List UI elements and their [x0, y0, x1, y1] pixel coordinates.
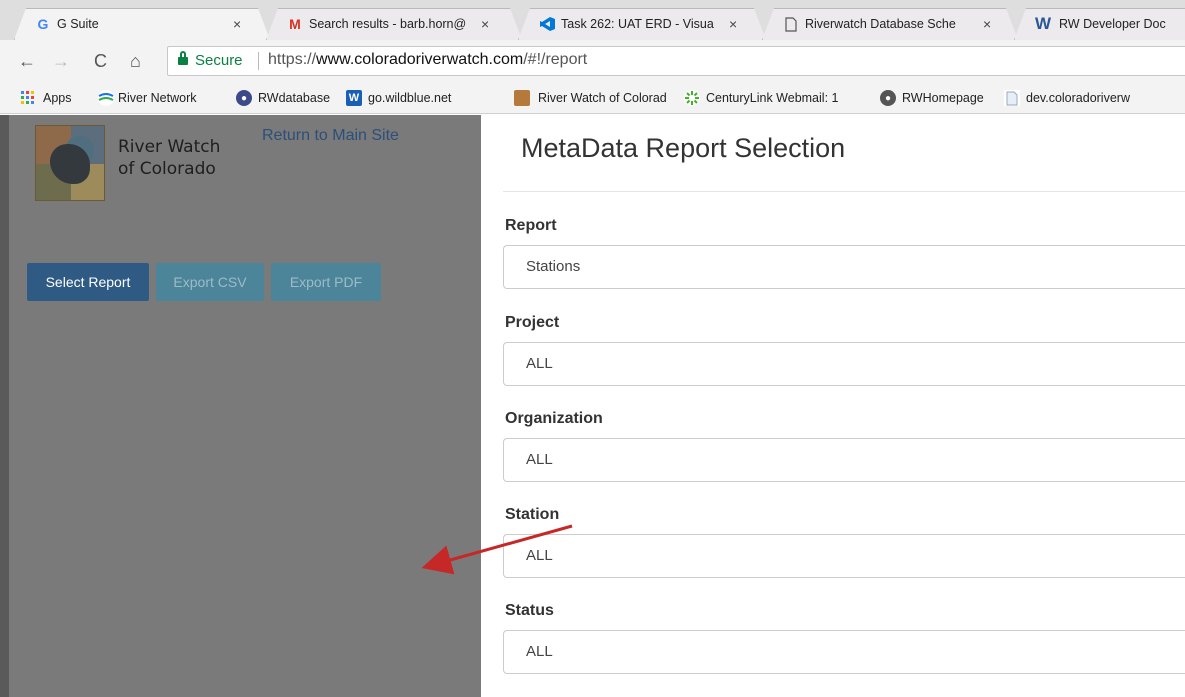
tab-label: RW Developer Doc	[1059, 17, 1166, 31]
tab-g-suite[interactable]: G G Suite ×	[14, 8, 270, 40]
bookmark-centurylink[interactable]: CenturyLink Webmail: 1	[706, 91, 838, 105]
bookmark-river-network[interactable]: River Network	[118, 91, 197, 105]
river-network-icon	[98, 90, 114, 106]
close-icon[interactable]: ×	[729, 16, 737, 32]
url-input[interactable]: Secure https://www.coloradoriverwatch.co…	[167, 46, 1185, 76]
page-icon	[1004, 90, 1020, 106]
bookmark-river-watch[interactable]: River Watch of Colorad	[538, 91, 667, 105]
divider	[258, 52, 259, 70]
forward-icon[interactable]: →	[52, 51, 70, 72]
tab-task-262[interactable]: Task 262: UAT ERD - Visua ×	[518, 8, 766, 40]
bookmarks-bar: Apps River Network ● RWdatabase W go.wil…	[0, 84, 1185, 114]
rwdatabase-icon: ●	[236, 90, 252, 106]
word-icon: W	[1034, 14, 1052, 33]
google-icon: G	[37, 16, 49, 32]
annotation-arrow	[421, 524, 573, 575]
bookmark-dev-coloradoriverwatch[interactable]: dev.coloradoriverw	[1026, 91, 1130, 105]
bookmark-rwdatabase[interactable]: RWdatabase	[258, 91, 330, 105]
close-icon[interactable]: ×	[481, 16, 489, 32]
rwhomepage-icon: ●	[880, 90, 896, 106]
close-icon[interactable]: ×	[983, 16, 991, 32]
river-watch-icon	[514, 90, 530, 106]
close-icon[interactable]: ×	[233, 16, 241, 32]
tab-label: Search results - barb.horn@	[309, 17, 467, 31]
gmail-icon: M	[289, 16, 301, 32]
centurylink-icon	[684, 90, 700, 106]
address-bar: ← → C ⌂ Secure https://www.coloradoriver…	[0, 40, 1185, 84]
secure-label: Secure	[195, 52, 243, 69]
tab-gmail-search[interactable]: M Search results - barb.horn@ ×	[266, 8, 522, 40]
reload-icon[interactable]: C	[94, 51, 107, 72]
back-icon[interactable]: ←	[18, 51, 36, 72]
bookmark-rwhomepage[interactable]: RWHomepage	[902, 91, 984, 105]
url-text: https://www.coloradoriverwatch.com/#!/re…	[268, 51, 588, 68]
tab-label: G Suite	[57, 17, 99, 31]
bookmark-apps[interactable]: Apps	[43, 91, 72, 105]
tab-label: Task 262: UAT ERD - Visua	[561, 17, 714, 31]
home-icon[interactable]: ⌂	[130, 51, 141, 72]
apps-icon	[20, 90, 36, 106]
visual-studio-icon	[539, 16, 555, 32]
tab-riverwatch-schema[interactable]: Riverwatch Database Sche ×	[762, 8, 1018, 40]
browser-window: G G Suite × M Search results - barb.horn…	[0, 0, 1185, 697]
lock-icon	[178, 51, 188, 65]
tab-strip: G G Suite × M Search results - barb.horn…	[0, 0, 1185, 40]
page-content: River Watch of Colorado Return to Main S…	[0, 115, 1185, 697]
tab-label: Riverwatch Database Sche	[805, 17, 956, 31]
document-icon	[783, 16, 799, 32]
wildblue-icon: W	[346, 90, 362, 106]
tab-rw-developer-doc[interactable]: W RW Developer Doc	[1014, 8, 1185, 40]
bookmark-wildblue[interactable]: go.wildblue.net	[368, 91, 451, 105]
